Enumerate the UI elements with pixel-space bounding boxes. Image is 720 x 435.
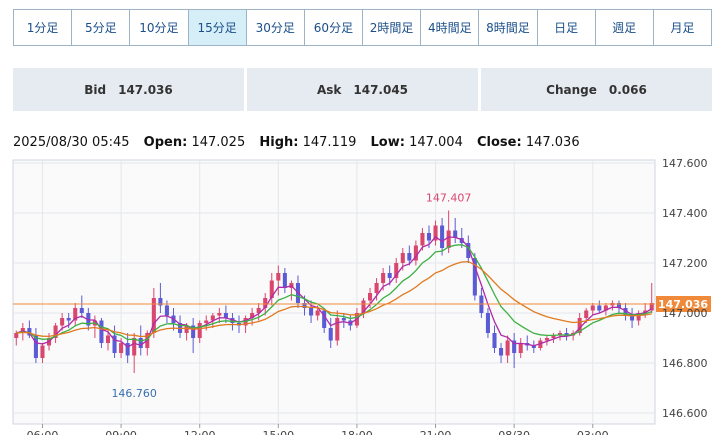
candle-body (164, 305, 169, 316)
x-axis: 06:00 09:00 12:00 15:00 18:00 21:00 08/30 03:00 (27, 424, 609, 435)
annotation-low: 146.760 (111, 387, 157, 400)
candle-body (119, 343, 124, 353)
candle-body (407, 253, 412, 261)
low-value: 147.004 (409, 135, 463, 150)
x-tick-label: 15:00 (262, 429, 294, 435)
tab-10min[interactable]: 10分足 (130, 10, 189, 45)
candle-body (499, 348, 504, 356)
y-tick-label: 147.400 (662, 207, 708, 220)
change-label: Change (546, 82, 597, 97)
candle-body (125, 343, 130, 356)
candle-body (276, 273, 281, 281)
quote-panel: Bid 147.036 Ask 147.045 Change 0.066 (13, 68, 712, 111)
candle-body (99, 320, 104, 343)
candle-body (518, 343, 523, 353)
change-box: Change 0.066 (481, 68, 712, 111)
y-tick-label: 147.000 (662, 307, 708, 320)
candle-body (597, 305, 602, 311)
bid-label: Bid (84, 82, 107, 97)
change-value: 0.066 (608, 82, 647, 97)
ask-value: 147.045 (353, 82, 409, 97)
x-tick-label: 18:00 (341, 429, 373, 435)
candle-body (14, 333, 19, 338)
tab-5min[interactable]: 5分足 (72, 10, 131, 45)
candle-body (440, 225, 445, 248)
y-tick-label: 146.600 (662, 407, 708, 420)
ohlc-readout: 2025/08/30 05:45 Open: 147.025 High: 147… (13, 135, 580, 150)
candle-body (79, 308, 84, 313)
candle-body (335, 318, 340, 341)
x-tick-label: 06:00 (27, 429, 59, 435)
ohlc-datetime: 2025/08/30 05:45 (13, 135, 130, 150)
candle-body (492, 333, 497, 348)
ask-label: Ask (316, 82, 342, 97)
tab-weekly[interactable]: 週足 (595, 10, 654, 45)
candle-body (315, 310, 320, 316)
candle-body (400, 253, 405, 263)
y-tick-label: 146.800 (662, 357, 708, 370)
tab-1min[interactable]: 1分足 (14, 10, 73, 45)
candle-body (584, 310, 589, 318)
x-tick-label: 12:00 (184, 429, 216, 435)
ask-box: Ask 147.045 (247, 68, 478, 111)
y-axis: 147.600 147.400 147.200 147.000 146.800 146.6… (662, 157, 708, 420)
candle-body (367, 293, 373, 301)
candle-body (66, 318, 71, 321)
bid-value: 147.036 (118, 82, 173, 97)
high-label: High: (259, 135, 299, 150)
candle-body (328, 328, 333, 341)
candle-body (40, 345, 45, 358)
tab-daily[interactable]: 日足 (537, 10, 596, 45)
high-value: 147.119 (302, 135, 357, 150)
candlestick-chart[interactable]: 147.036 147.600147.400147.200147.000146.… (0, 150, 720, 435)
candle-body (426, 233, 432, 241)
close-label: Close: (477, 135, 522, 150)
low-label: Low: (370, 135, 405, 150)
candle-body (446, 230, 451, 248)
candle-body (282, 273, 287, 288)
tab-60min[interactable]: 60分足 (304, 10, 364, 45)
candle-body (132, 338, 137, 356)
candle-body (309, 308, 314, 316)
y-tick-label: 147.200 (662, 257, 708, 270)
plot-area (12, 159, 656, 425)
candle-body (217, 313, 222, 316)
candle-body (33, 335, 38, 358)
candle-body (381, 273, 386, 283)
tab-4hour[interactable]: 4時間足 (421, 10, 480, 45)
open-value: 147.025 (191, 135, 246, 150)
x-tick-label: 08/30 (498, 429, 530, 435)
candle-body (420, 233, 425, 246)
candle-body (138, 338, 143, 348)
tab-2hour[interactable]: 2時間足 (363, 10, 422, 45)
candle-body (485, 313, 490, 333)
bid-box: Bid 147.036 (13, 68, 244, 111)
candle-body (341, 318, 346, 321)
x-tick-label: 03:00 (577, 429, 609, 435)
y-tick-label: 147.600 (662, 157, 708, 170)
candle-body (204, 320, 209, 323)
x-tick-label: 21:00 (420, 429, 452, 435)
timeframe-tabs: 1分足 5分足 10分足 15分足 30分足 60分足 2時間足 4時間足 8時… (13, 9, 712, 46)
candle-body (60, 318, 65, 326)
open-label: Open: (143, 135, 188, 150)
tab-8hour[interactable]: 8時間足 (479, 10, 538, 45)
annotation-high: 147.407 (426, 191, 472, 204)
tab-monthly[interactable]: 月足 (653, 10, 712, 45)
candle-body (505, 340, 510, 356)
tab-30min[interactable]: 30分足 (246, 10, 305, 45)
close-value: 147.036 (525, 135, 580, 150)
candle-body (387, 273, 392, 278)
tab-15min[interactable]: 15分足 (188, 10, 247, 45)
candle-body (590, 305, 595, 311)
candle-body (374, 283, 379, 293)
candle-body (105, 335, 111, 343)
x-tick-label: 09:00 (105, 429, 137, 435)
candle-body (197, 323, 202, 338)
candle-body (544, 338, 549, 341)
